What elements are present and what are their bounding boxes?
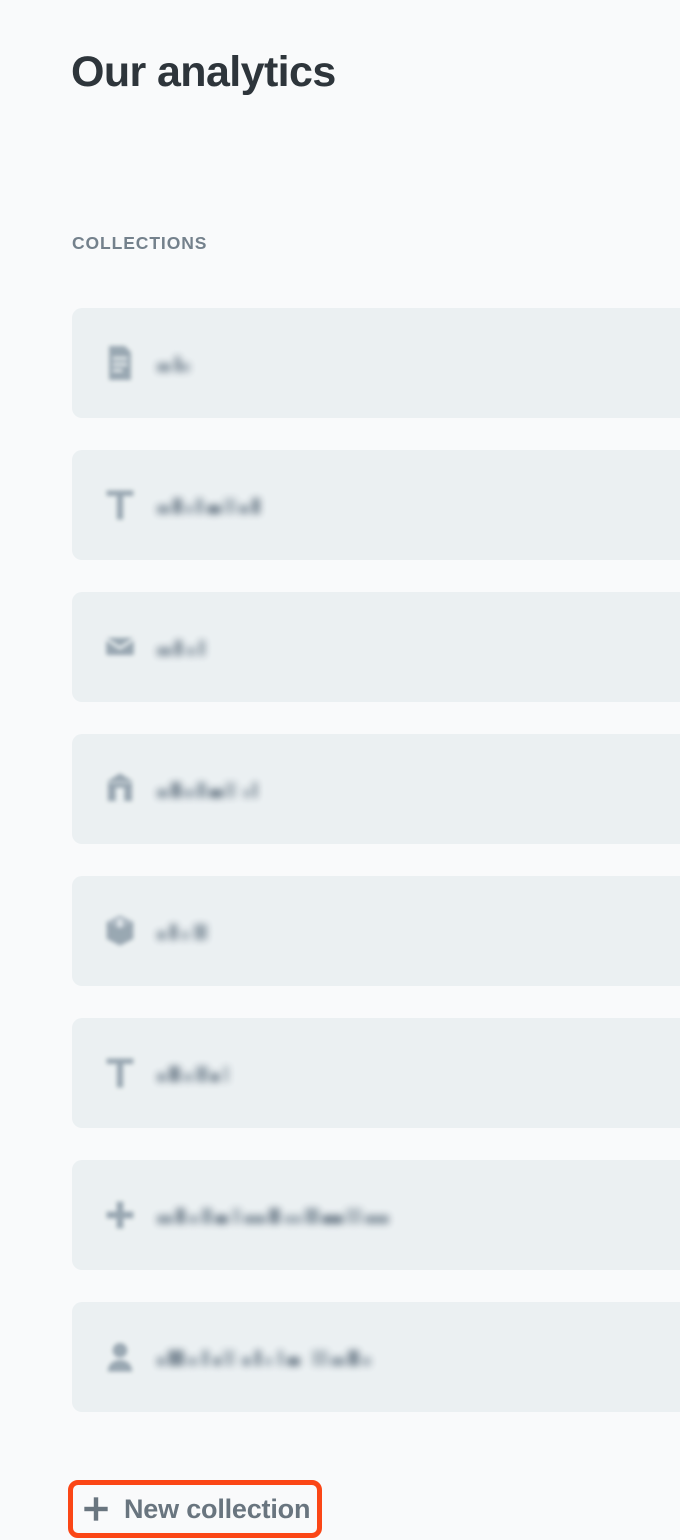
redacted-label: [157, 354, 193, 372]
mail-icon: [105, 630, 135, 664]
document-icon: [105, 346, 135, 380]
collection-row[interactable]: [72, 308, 680, 418]
new-collection-button[interactable]: New collection: [68, 1480, 327, 1538]
page-title: Our analytics: [71, 47, 336, 96]
plus-cross-icon: [105, 1198, 135, 1232]
redacted-label: [157, 1206, 392, 1224]
redacted-label: [157, 780, 260, 798]
text-icon: [105, 488, 135, 522]
collection-row[interactable]: [72, 1160, 680, 1270]
collection-row[interactable]: [72, 734, 680, 844]
collection-row[interactable]: [72, 592, 680, 702]
collection-name: [157, 1202, 392, 1228]
redacted-label: [157, 638, 208, 656]
collections-list: [72, 308, 680, 1444]
analytics-page: Our analytics COLLECTIONS New collection: [0, 0, 680, 1540]
box-icon: [105, 914, 135, 948]
collection-name: [157, 1060, 232, 1086]
new-collection-label: New collection: [124, 1493, 311, 1524]
collection-name: [157, 350, 193, 376]
collection-name: [157, 776, 260, 802]
collection-row[interactable]: [72, 450, 680, 560]
collections-section-header: COLLECTIONS: [72, 233, 208, 253]
collection-name: [157, 492, 263, 518]
collection-name: [157, 634, 208, 660]
redacted-label: [157, 1348, 374, 1366]
plus-icon: [82, 1495, 110, 1523]
redacted-label: [157, 496, 263, 514]
person-icon: [105, 1340, 135, 1374]
collection-row[interactable]: [72, 1302, 680, 1412]
redacted-label: [157, 922, 210, 940]
bank-icon: [105, 772, 135, 806]
new-collection-area: New collection: [68, 1480, 327, 1538]
collection-row[interactable]: [72, 876, 680, 986]
collection-name: [157, 1344, 374, 1370]
redacted-label: [157, 1064, 232, 1082]
collection-name: [157, 918, 210, 944]
collection-row[interactable]: [72, 1018, 680, 1128]
text-icon: [105, 1056, 135, 1090]
